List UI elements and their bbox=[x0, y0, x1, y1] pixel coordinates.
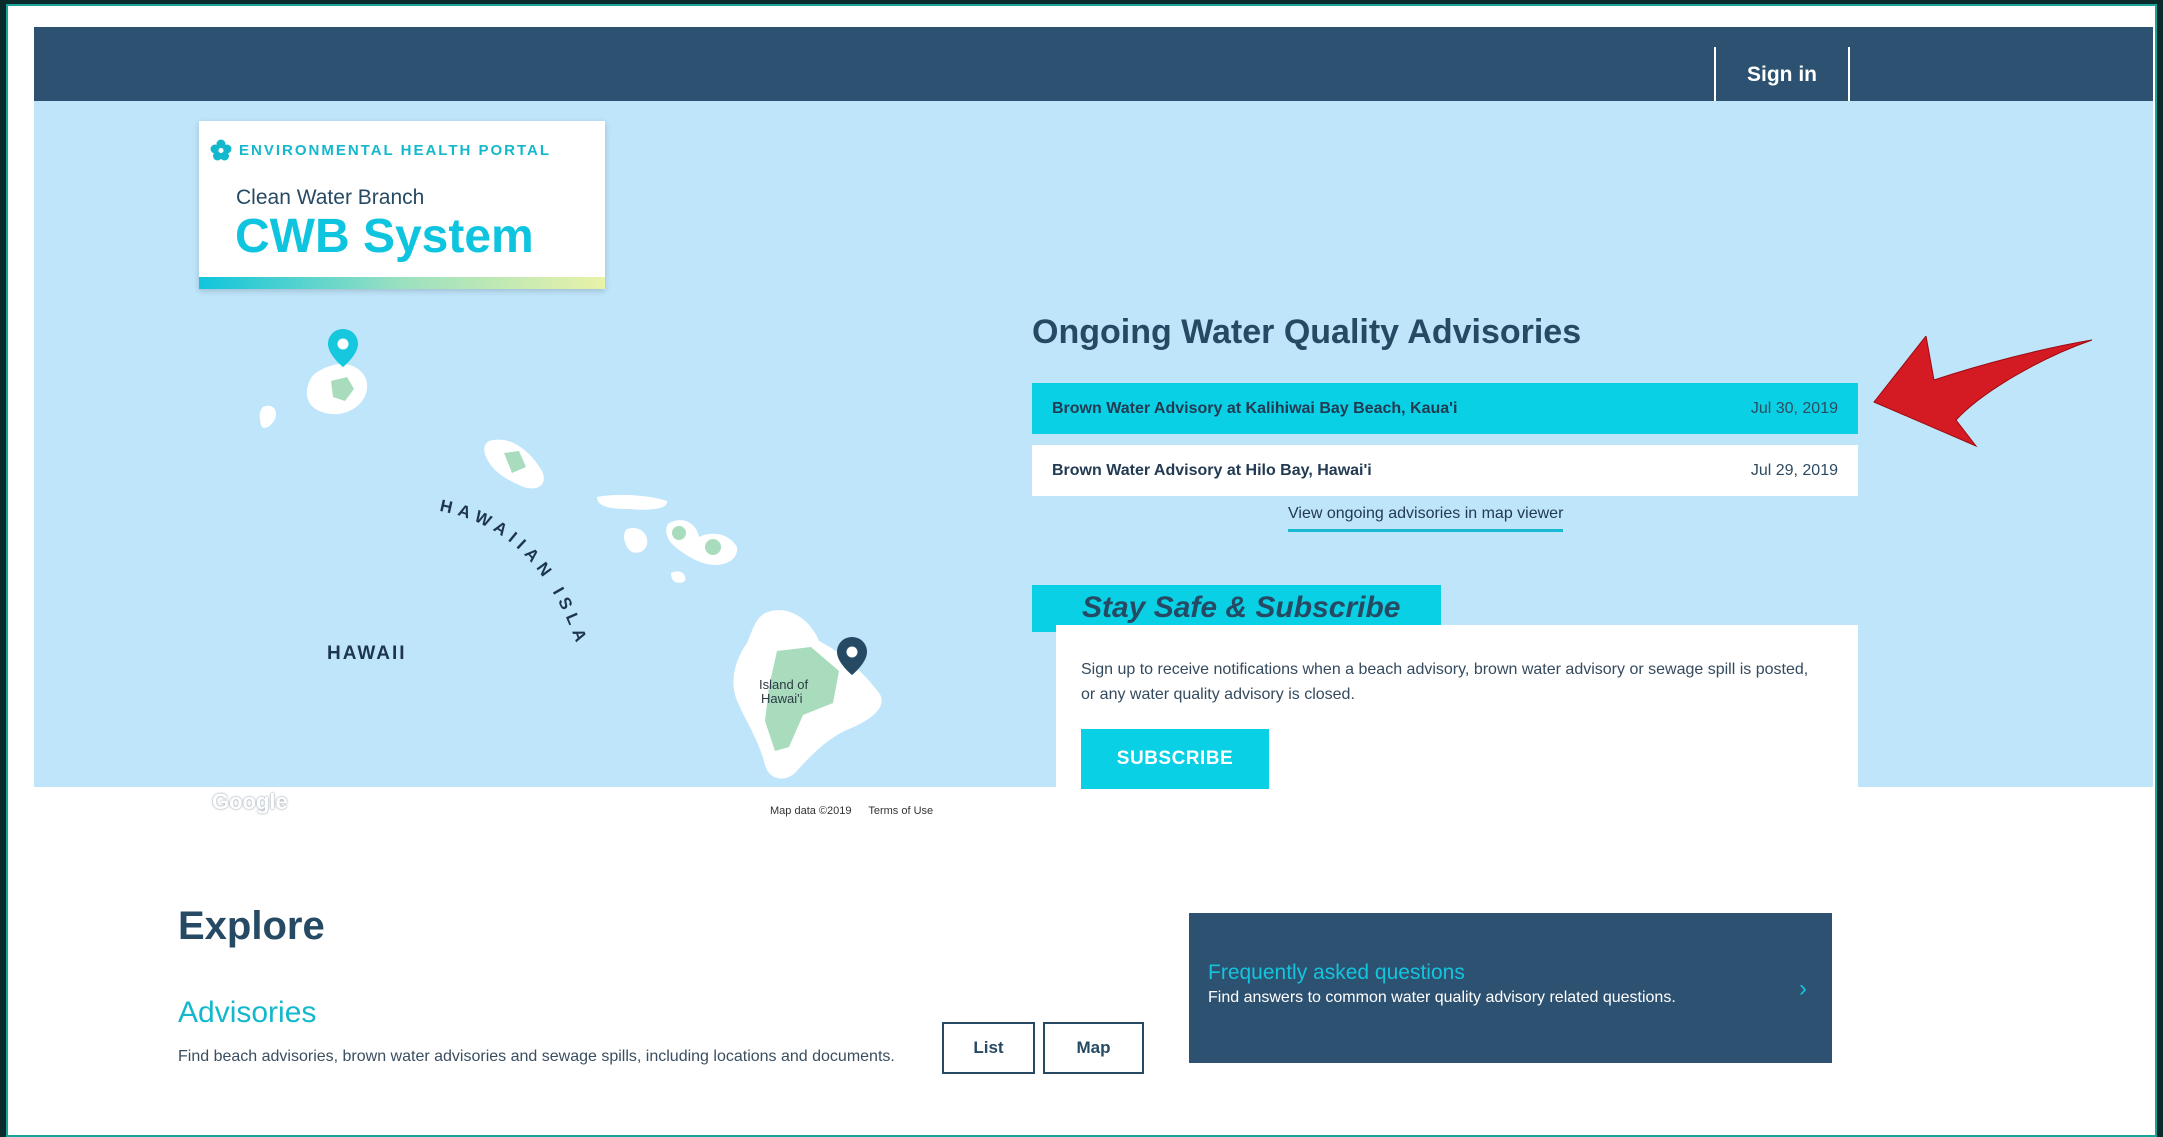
list-button[interactable]: List bbox=[942, 1022, 1035, 1074]
top-navigation-bar: Sign in bbox=[34, 27, 2153, 105]
faq-card[interactable]: Frequently asked questions Find answers … bbox=[1189, 913, 1832, 1063]
hawaii-map[interactable]: HAWAIIAN ISLANDS HAWAII Island of Hawai'… bbox=[199, 311, 979, 831]
advisories-description: Find beach advisories, brown water advis… bbox=[178, 1048, 895, 1065]
advisory-date: Jul 29, 2019 bbox=[1750, 461, 1838, 479]
map-attribution: Map data ©2019 Terms of Use bbox=[762, 804, 956, 818]
hawaii-region-label: HAWAII bbox=[327, 643, 407, 664]
brand-card[interactable]: ENVIRONMENTAL HEALTH PORTAL Clean Water … bbox=[199, 121, 605, 289]
maui-greenery bbox=[672, 526, 686, 540]
hero-section: ENVIRONMENTAL HEALTH PORTAL Clean Water … bbox=[34, 101, 2153, 818]
advisory-name: Brown Water Advisory at Kalihiwai Bay Be… bbox=[1052, 399, 1458, 417]
lanai-island bbox=[624, 527, 648, 553]
island-of-hawaii-label-2: Hawai'i bbox=[761, 691, 803, 706]
advisory-name: Brown Water Advisory at Hilo Bay, Hawai'… bbox=[1052, 461, 1372, 479]
advisory-item[interactable]: Brown Water Advisory at Hilo Bay, Hawai'… bbox=[1032, 445, 1858, 496]
kahoolawe-island bbox=[671, 571, 686, 583]
subscribe-card: Sign up to receive notifications when a … bbox=[1056, 625, 1858, 805]
flower-logo-icon bbox=[210, 139, 232, 161]
chevron-right-icon: › bbox=[1799, 975, 1807, 1002]
advisories-title: Ongoing Water Quality Advisories bbox=[1032, 313, 1582, 351]
explore-heading: Explore bbox=[178, 904, 325, 948]
advisory-item[interactable]: Brown Water Advisory at Kalihiwai Bay Be… bbox=[1032, 383, 1858, 434]
faq-description: Find answers to common water quality adv… bbox=[1208, 989, 1676, 1006]
terms-of-use-link[interactable]: Terms of Use bbox=[868, 805, 933, 817]
page-frame: Sign in ENVIRONMENTAL HEALTH PORTAL Clea… bbox=[6, 4, 2157, 1137]
map-button[interactable]: Map bbox=[1043, 1022, 1144, 1074]
subscribe-button[interactable]: SUBSCRIBE bbox=[1081, 729, 1269, 789]
subscribe-description: Sign up to receive notifications when a … bbox=[1081, 661, 1809, 703]
map-viewer-link[interactable]: View ongoing advisories in map viewer bbox=[1288, 505, 1564, 532]
portal-label: ENVIRONMENTAL HEALTH PORTAL bbox=[239, 142, 552, 159]
maui-greenery-2 bbox=[705, 539, 721, 555]
niihau-island bbox=[259, 405, 277, 428]
subscribe-title: Stay Safe & Subscribe bbox=[1082, 591, 1401, 624]
brand-gradient-bar bbox=[199, 277, 605, 289]
advisories-heading[interactable]: Advisories bbox=[178, 996, 316, 1030]
advisory-date: Jul 30, 2019 bbox=[1750, 399, 1838, 417]
island-of-hawaii-label: Island of bbox=[759, 677, 809, 692]
system-name: CWB System bbox=[235, 210, 534, 263]
faq-title: Frequently asked questions bbox=[1208, 961, 1465, 984]
kauai-location-pin-icon bbox=[328, 329, 358, 367]
molokai-island bbox=[597, 494, 668, 510]
branch-name: Clean Water Branch bbox=[236, 186, 425, 209]
sign-in-button[interactable]: Sign in bbox=[1714, 47, 1850, 105]
google-logo: Google bbox=[212, 789, 288, 814]
map-data-text: Map data ©2019 bbox=[770, 805, 852, 817]
red-pointer-arrow-icon bbox=[1873, 336, 2093, 448]
